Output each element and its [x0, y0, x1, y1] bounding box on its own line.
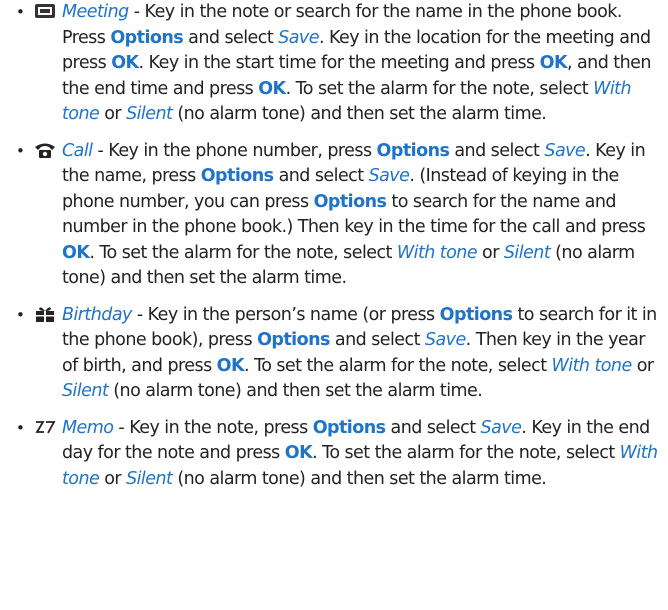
- text-run: or: [99, 104, 127, 124]
- key-label: Options: [439, 304, 513, 325]
- text-run: (no alarm tone) and then set the alarm t…: [172, 468, 547, 489]
- paragraph: Memo - Key in the note, press Options an…: [35, 416, 660, 493]
- text-run: - Key in the person’s name (or press: [131, 304, 440, 325]
- option-label: Save: [480, 417, 522, 438]
- key-label: OK: [216, 355, 245, 376]
- bullet: •: [16, 141, 25, 160]
- text-run: . To set the alarm for the note, select: [312, 443, 620, 463]
- text-run: (no alarm tone) and then set the alarm t…: [108, 381, 483, 401]
- call-description: Call - Key in the phone number, press Op…: [35, 140, 646, 288]
- text-run: and select: [449, 140, 545, 161]
- meeting-description: Meeting - Key in the note or search for …: [35, 2, 651, 124]
- text-run: . To set the alarm for the note, select: [89, 242, 397, 263]
- bullet: •: [16, 418, 25, 437]
- key-label: OK: [258, 78, 286, 99]
- document-page: • Meeting - Key in the note or search fo…: [0, 0, 668, 610]
- key-label: Options: [312, 417, 386, 438]
- text-run: . Key in the start time for the meeting …: [138, 53, 540, 73]
- text-run: . To set the alarm for the note, select: [244, 355, 552, 376]
- text-run: and select: [183, 27, 279, 48]
- option-label: Silent: [503, 242, 551, 263]
- list-item-meeting: • Meeting - Key in the note or search fo…: [0, 0, 668, 128]
- call-icon: [35, 143, 55, 158]
- bullet: •: [16, 305, 25, 324]
- option-label: Silent: [126, 468, 173, 489]
- option-label: With tone: [551, 355, 633, 376]
- option-label: Silent: [126, 104, 173, 124]
- key-label: OK: [111, 53, 139, 73]
- option-label: Save: [368, 166, 410, 186]
- key-label: Options: [257, 330, 330, 350]
- paragraph: Birthday - Key in the person’s name (or …: [36, 303, 660, 405]
- key-label: OK: [539, 53, 568, 73]
- option-label: Memo: [62, 417, 114, 438]
- option-label: Silent: [62, 381, 109, 401]
- key-label: Options: [376, 140, 450, 161]
- text-run: or: [631, 355, 654, 376]
- paragraph: Meeting - Key in the note or search for …: [35, 0, 660, 128]
- paragraph: Call - Key in the phone number, press Op…: [35, 139, 660, 292]
- key-label: Options: [313, 191, 387, 212]
- text-run: or: [477, 242, 504, 263]
- option-label: Save: [278, 27, 319, 48]
- note-type-list: • Meeting - Key in the note or search fo…: [0, 0, 668, 492]
- list-item-call: • Call - Key in the phone number, press …: [0, 139, 668, 292]
- bullet: •: [16, 3, 25, 21]
- text-run: . To set the alarm for the note, select: [285, 78, 594, 99]
- memo-icon: [35, 420, 56, 433]
- birthday-icon: [36, 306, 54, 322]
- list-item-birthday: • Birthday - Key in the person’s name (o…: [0, 303, 668, 405]
- option-label: Save: [424, 330, 466, 350]
- option-label: Birthday: [62, 304, 132, 325]
- text-run: and select: [329, 330, 425, 350]
- key-label: OK: [284, 443, 313, 463]
- option-label: Save: [544, 140, 586, 161]
- text-run: - Key in the phone number, press: [92, 140, 377, 161]
- key-label: Options: [200, 166, 274, 186]
- list-item-memo: • Memo - Key in the note, press Options …: [0, 416, 668, 493]
- text-run: and select: [273, 166, 369, 186]
- option-label: Meeting: [62, 2, 129, 22]
- text-run: and select: [385, 417, 481, 438]
- text-run: - Key in the note, press: [113, 417, 313, 438]
- option-label: With tone: [396, 242, 478, 263]
- birthday-description: Birthday - Key in the person’s name (or …: [36, 304, 657, 401]
- memo-description: Memo - Key in the note, press Options an…: [35, 417, 658, 489]
- key-label: OK: [62, 242, 90, 263]
- text-run: or: [99, 468, 127, 489]
- meeting-icon: [35, 4, 55, 18]
- option-label: Call: [62, 140, 93, 161]
- text-run: (no alarm tone) and then set the alarm t…: [172, 104, 547, 124]
- key-label: Options: [110, 27, 184, 48]
